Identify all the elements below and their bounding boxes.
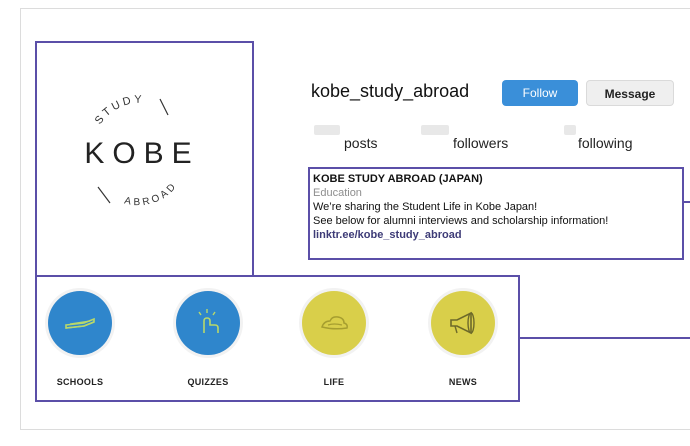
following-stat[interactable]: following xyxy=(564,125,633,151)
highlight-schools[interactable]: SCHOOLS xyxy=(45,291,115,387)
megaphone-icon xyxy=(450,311,475,335)
highlight-schools-label: SCHOOLS xyxy=(56,377,104,387)
logo-top-text: STUDY xyxy=(93,94,142,127)
school-icon xyxy=(65,317,95,329)
highlight-schools-cover xyxy=(48,291,112,355)
bio-connector xyxy=(684,201,690,203)
logo-main-text: KOBE xyxy=(84,137,199,170)
life-icon xyxy=(321,316,348,330)
highlight-quizzes[interactable]: QUIZZES xyxy=(173,291,243,387)
kobe-logo-icon: STUDY KOBE ABROAD xyxy=(84,94,199,208)
posts-label: posts xyxy=(344,135,378,151)
highlights-connector xyxy=(520,337,690,339)
posts-stat[interactable]: posts xyxy=(314,125,378,151)
highlight-news-label: NEWS xyxy=(448,377,478,387)
svg-text:ABROAD: ABROAD xyxy=(123,180,180,208)
followers-label: followers xyxy=(453,135,509,151)
following-count-hidden xyxy=(564,125,576,135)
bio-line-2: See below for alumni interviews and scho… xyxy=(313,215,609,227)
highlight-news[interactable]: NEWS xyxy=(428,291,498,387)
bio-link[interactable]: linktr.ee/kobe_study_abroad xyxy=(313,228,608,242)
logo-bottom-text: ABROAD xyxy=(123,180,177,208)
message-button[interactable]: Message xyxy=(586,80,674,106)
bio-name: KOBE STUDY ABROAD (JAPAN) xyxy=(313,173,483,185)
bio-category: Education xyxy=(313,187,362,199)
svg-text:STUDY: STUDY xyxy=(93,94,145,127)
follow-button[interactable]: Follow xyxy=(502,80,578,106)
profile-bio: KOBE STUDY ABROAD (JAPAN) Education We’r… xyxy=(313,172,608,242)
followers-stat[interactable]: followers xyxy=(421,125,509,151)
quiz-icon xyxy=(198,309,219,333)
followers-count-hidden xyxy=(421,125,449,135)
following-label: following xyxy=(578,135,633,151)
profile-username: kobe_study_abroad xyxy=(311,81,470,101)
highlight-life-cover xyxy=(302,291,366,355)
highlight-life-label: LIFE xyxy=(323,377,345,387)
highlight-quizzes-cover xyxy=(176,291,240,355)
highlight-news-cover xyxy=(431,291,495,355)
highlight-quizzes-label: QUIZZES xyxy=(187,377,229,387)
posts-count-hidden xyxy=(314,125,340,135)
bio-line-1: We’re sharing the Student Life in Kobe J… xyxy=(313,201,538,213)
highlight-life[interactable]: LIFE xyxy=(299,291,369,387)
profile-logo: STUDY KOBE ABROAD xyxy=(62,85,222,215)
